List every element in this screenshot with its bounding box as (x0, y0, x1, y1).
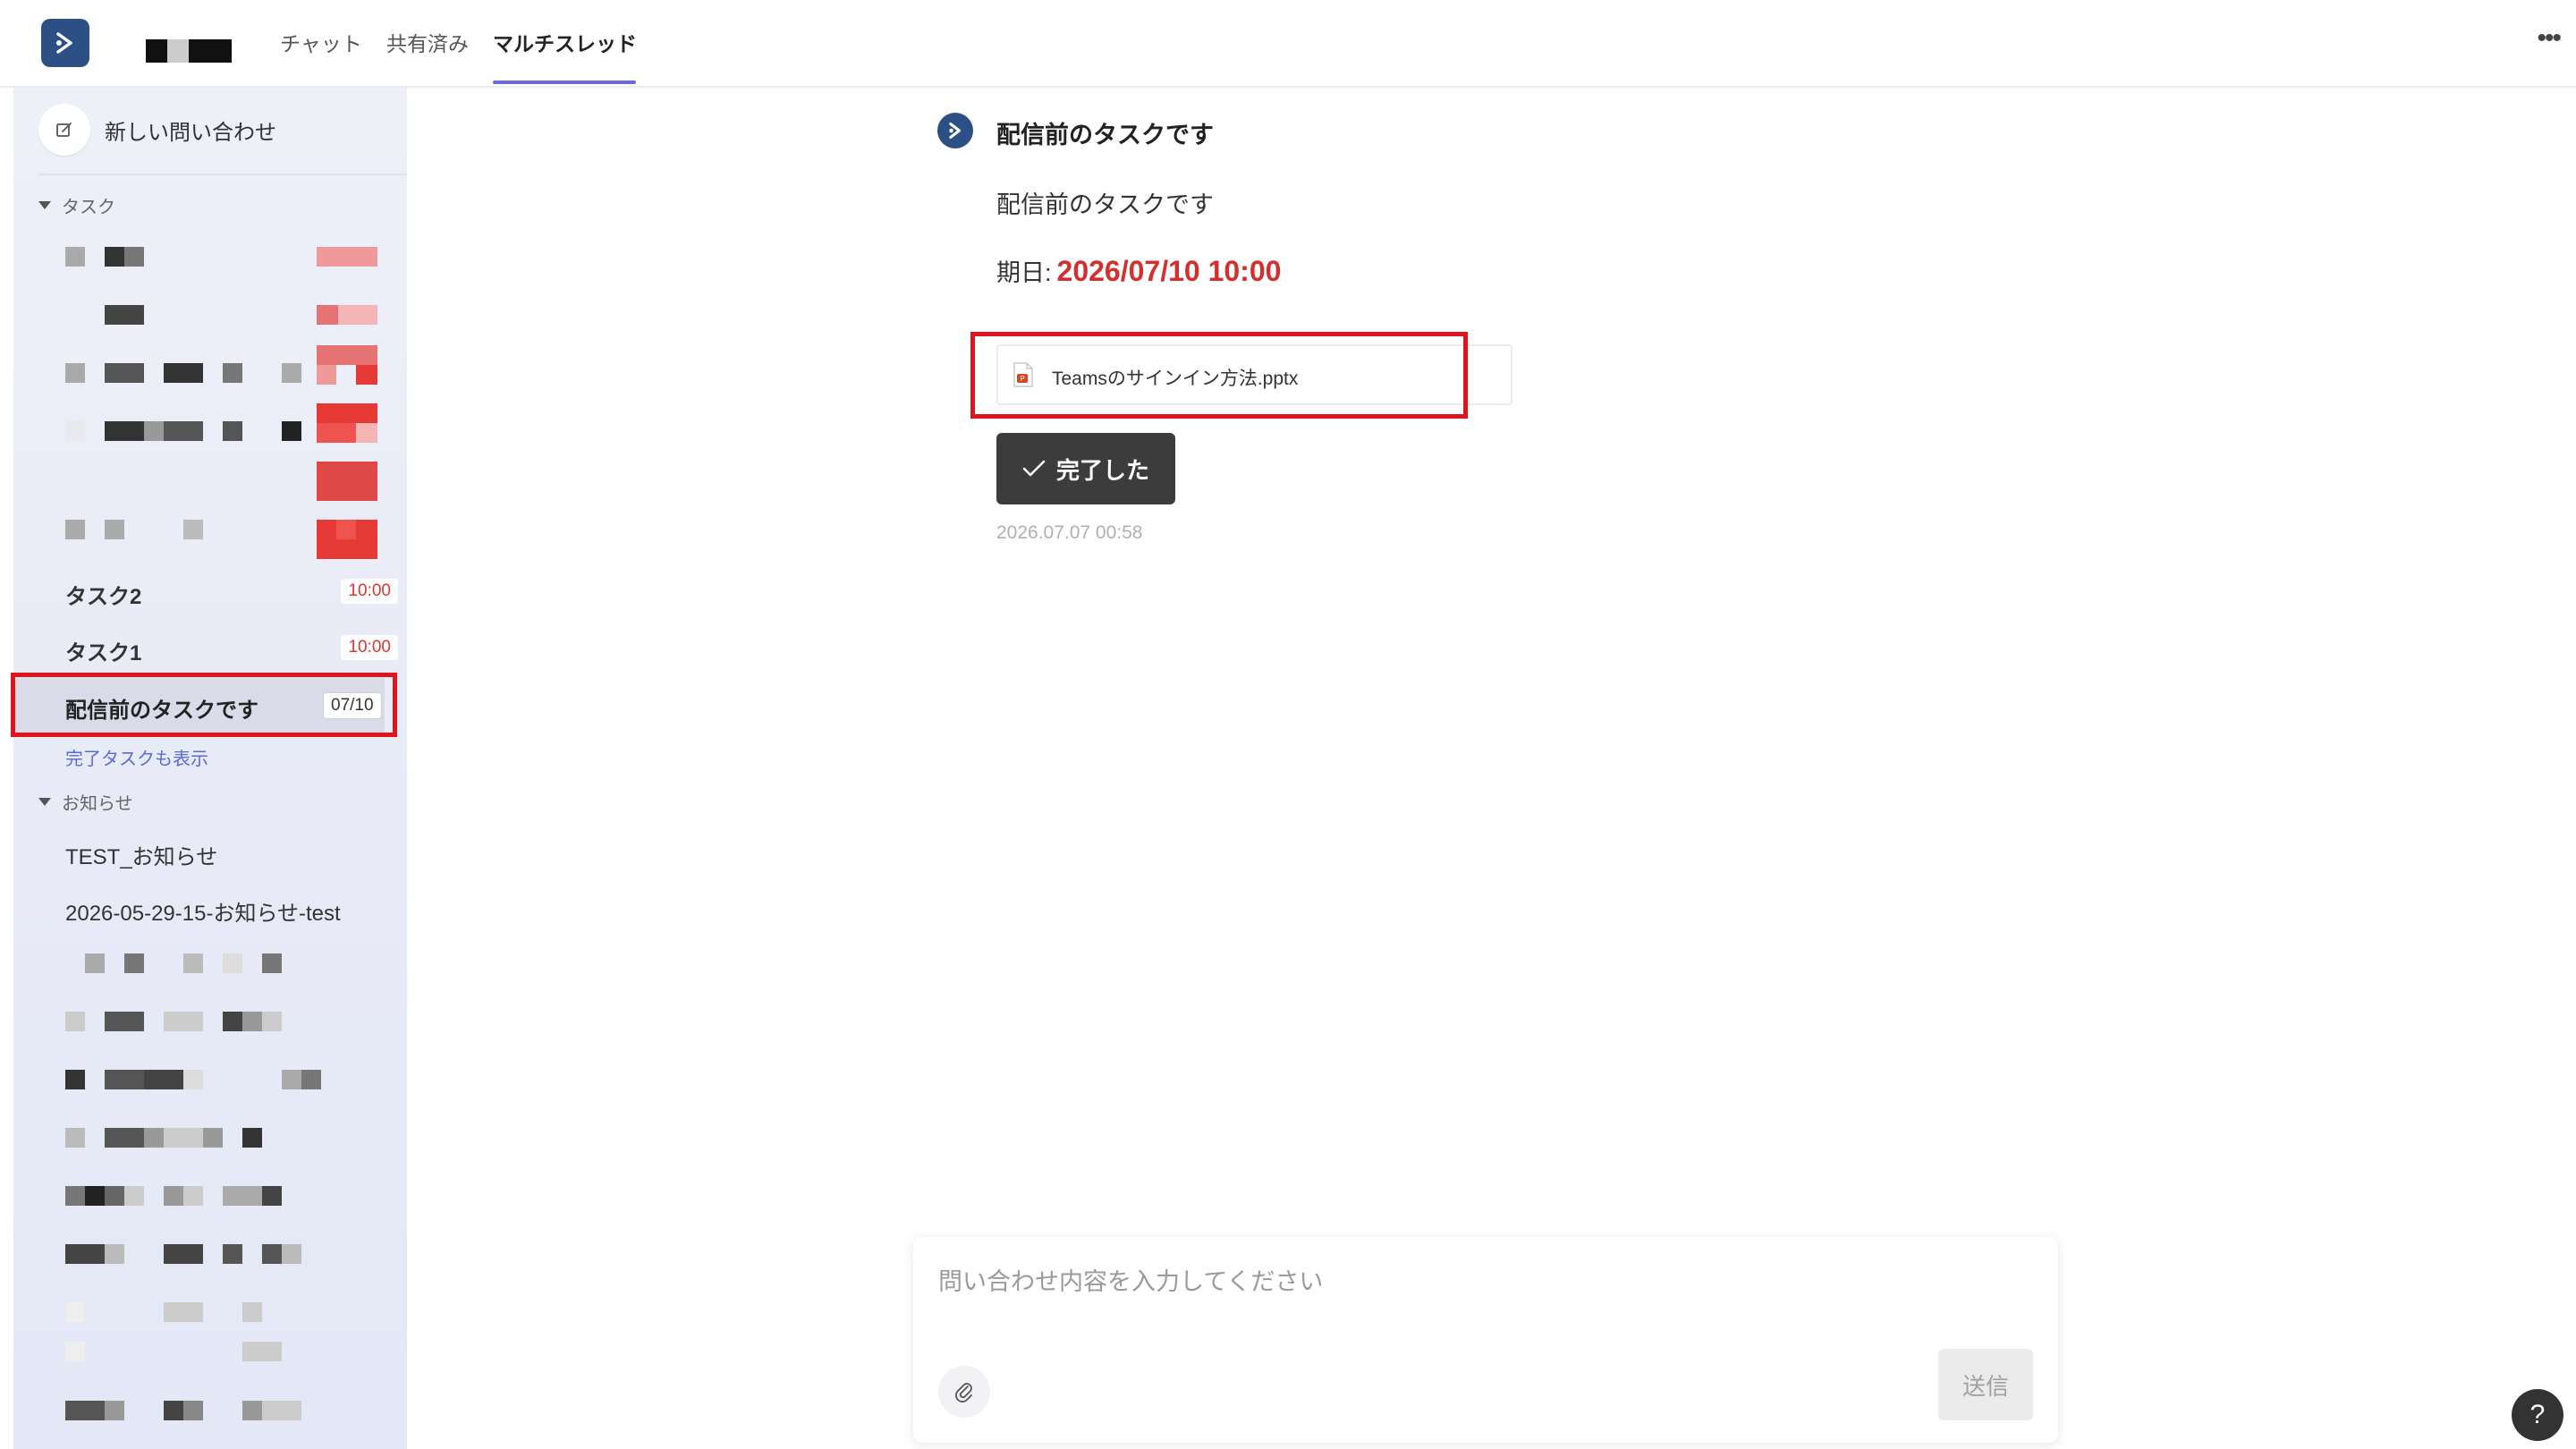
redacted-task-row[interactable] (65, 421, 325, 441)
redacted-badge (317, 247, 377, 267)
task-title: タスク2 (65, 585, 142, 609)
redacted-task-row[interactable] (65, 520, 208, 539)
tab-chat[interactable]: チャット (280, 27, 362, 57)
redacted-task-row[interactable] (65, 363, 307, 383)
sidebar: 新しい問い合わせ タスク タスク2 10:00 タスク1 10:00 完了タスク… (13, 88, 407, 1449)
notice-item[interactable]: 2026-05-29-15-お知らせ-test (65, 895, 341, 927)
task-due-badge: 10:00 (341, 635, 398, 660)
notice-item[interactable]: TEST_お知らせ (65, 839, 217, 870)
message-body: 配信前のタスクです (996, 191, 1214, 218)
due-value: 2026/07/10 10:00 (1056, 255, 1282, 287)
help-button[interactable]: ? (2512, 1389, 2563, 1441)
redacted-badge (317, 462, 377, 501)
redacted-badge (317, 305, 377, 325)
redacted-notice-row[interactable] (65, 953, 334, 973)
brand-name-redacted (146, 39, 232, 63)
new-inquiry-button[interactable]: 新しい問い合わせ (38, 104, 392, 156)
selected-task-highlight (11, 673, 397, 737)
attachment-highlight (970, 332, 1468, 419)
task-item[interactable]: タスク2 10:00 (65, 572, 398, 611)
checkmark-icon (1022, 460, 1046, 477)
redacted-notice-row[interactable] (65, 1401, 334, 1420)
new-inquiry-label: 新しい問い合わせ (105, 120, 276, 145)
redacted-notice-row[interactable] (65, 1128, 334, 1148)
caret-down-icon (38, 798, 51, 806)
attach-file-button[interactable] (938, 1366, 990, 1418)
redacted-task-row[interactable] (105, 305, 144, 325)
show-completed-tasks-link[interactable]: 完了タスクも表示 (65, 744, 208, 770)
redacted-badge (317, 403, 377, 443)
top-bar: チャット 共有済み マルチスレッド ••• (0, 0, 2576, 88)
active-tab-indicator (493, 80, 636, 84)
more-options-icon[interactable]: ••• (2537, 23, 2561, 54)
caret-down-icon (38, 201, 51, 209)
message-timestamp: 2026.07.07 00:58 (996, 522, 1143, 543)
mark-complete-label: 完了した (1055, 456, 1149, 484)
message-due-date: 期日: 2026/07/10 10:00 (996, 253, 1281, 288)
due-label: 期日: (996, 259, 1052, 286)
notices-section-header[interactable]: お知らせ (38, 789, 133, 815)
redacted-notice-row[interactable] (65, 1302, 334, 1361)
redacted-badge (317, 520, 377, 559)
send-button[interactable]: 送信 (1938, 1349, 2033, 1420)
notices-section-label: お知らせ (62, 794, 133, 814)
tasks-section-header[interactable]: タスク (38, 192, 115, 218)
task-item[interactable]: タスク1 10:00 (65, 628, 398, 667)
sidebar-divider (38, 174, 407, 175)
task-due-badge: 10:00 (341, 579, 398, 604)
message-composer: 送信 (913, 1237, 2058, 1443)
inquiry-input[interactable] (936, 1260, 2031, 1344)
app-logo-icon[interactable] (41, 19, 89, 67)
redacted-task-row[interactable] (65, 247, 226, 267)
bot-avatar-icon (937, 113, 973, 148)
redacted-notice-row[interactable] (65, 1244, 334, 1264)
message-title: 配信前のタスクです (996, 122, 1214, 148)
redacted-notice-row[interactable] (65, 1012, 334, 1031)
paperclip-icon (955, 1383, 972, 1402)
redacted-notice-row[interactable] (65, 1070, 334, 1089)
redacted-badge (317, 345, 377, 385)
tab-shared[interactable]: 共有済み (386, 27, 469, 57)
redacted-notice-row[interactable] (65, 1186, 334, 1206)
tab-multithread[interactable]: マルチスレッド (493, 27, 637, 57)
compose-icon (38, 104, 90, 156)
task-title: タスク1 (65, 641, 142, 665)
mark-complete-button[interactable]: 完了した (996, 433, 1175, 504)
tasks-section-label: タスク (62, 198, 115, 217)
